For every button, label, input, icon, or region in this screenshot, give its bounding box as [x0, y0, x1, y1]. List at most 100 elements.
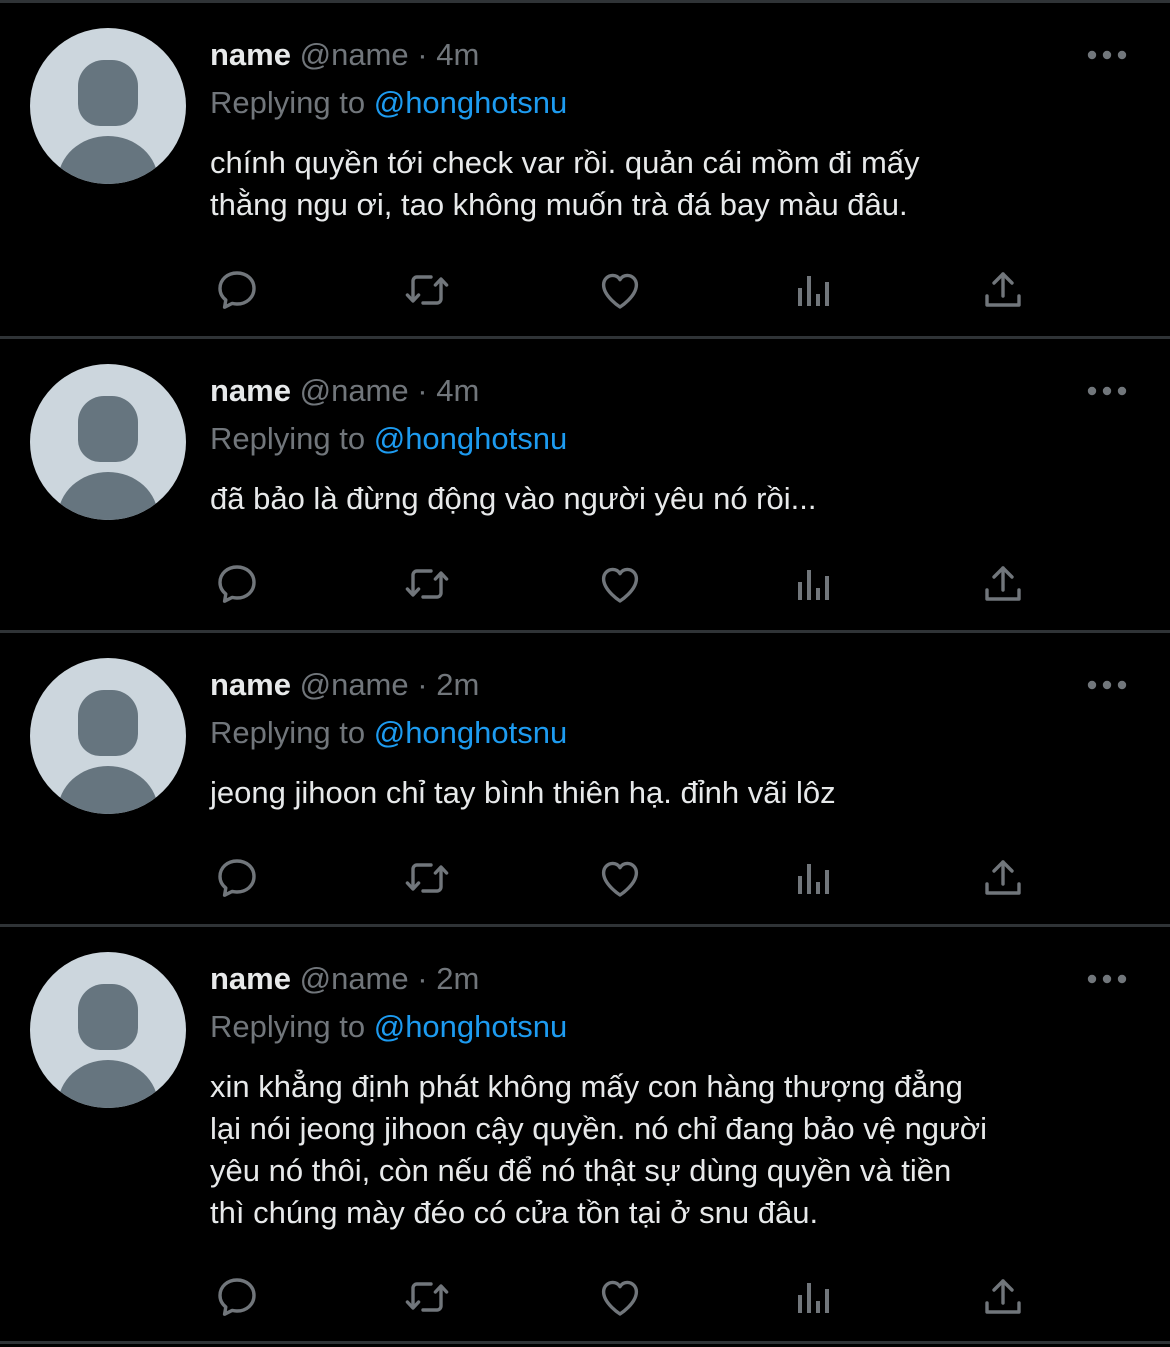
retweet-button[interactable]	[400, 559, 454, 609]
default-avatar-icon	[78, 984, 138, 1050]
avatar[interactable]	[30, 952, 186, 1108]
share-icon	[985, 272, 1021, 307]
analytics-button[interactable]	[786, 559, 840, 609]
display-name[interactable]: name	[210, 961, 291, 996]
default-avatar-body	[58, 766, 158, 814]
analytics-icon	[798, 276, 829, 306]
like-button[interactable]	[593, 1272, 647, 1322]
analytics-icon	[798, 570, 829, 600]
tweet-header: name @name · 4m	[210, 371, 479, 411]
more-dots-icon[interactable]	[1082, 379, 1132, 403]
replying-to: Replying to @honghotsnu	[210, 713, 567, 753]
mention-link[interactable]: @honghotsnu	[374, 85, 568, 120]
mention-link[interactable]: @honghotsnu	[374, 1009, 568, 1044]
tweet-header: name @name · 2m	[210, 959, 479, 999]
avatar[interactable]	[30, 364, 186, 520]
replying-to: Replying to @honghotsnu	[210, 419, 567, 459]
tweet-actions	[210, 265, 1060, 315]
display-name[interactable]: name	[210, 373, 291, 408]
tweet-actions	[210, 1272, 1060, 1322]
separator-dot: ·	[417, 373, 428, 408]
replying-to: Replying to @honghotsnu	[210, 83, 567, 123]
reply-bubble-icon	[218, 271, 256, 309]
tweet[interactable]: name @name · 4m Replying to @honghotsnu …	[0, 339, 1170, 630]
share-button[interactable]	[976, 265, 1030, 315]
replying-to-label: Replying to	[210, 85, 366, 120]
like-button[interactable]	[593, 265, 647, 315]
reply-bubble-icon	[218, 1278, 256, 1316]
reply-bubble-icon	[218, 565, 256, 603]
tweet-text: đã bảo là đừng động vào người yêu nó rồi…	[210, 481, 817, 516]
replying-to-label: Replying to	[210, 715, 366, 750]
bottom-divider	[0, 1341, 1170, 1344]
default-avatar-body	[58, 1060, 158, 1108]
tweet-text: xin khẳng định phát không mấy con hàng t…	[210, 1069, 988, 1230]
more-dots-icon[interactable]	[1082, 673, 1132, 697]
default-avatar-icon	[78, 690, 138, 756]
reply-button[interactable]	[210, 559, 264, 609]
display-name[interactable]: name	[210, 667, 291, 702]
reply-button[interactable]	[210, 1272, 264, 1322]
share-icon	[985, 860, 1021, 895]
more-dots-icon[interactable]	[1082, 43, 1132, 67]
analytics-button[interactable]	[786, 265, 840, 315]
default-avatar-body	[58, 136, 158, 184]
replying-to-label: Replying to	[210, 1009, 366, 1044]
analytics-button[interactable]	[786, 1272, 840, 1322]
retweet-icon	[405, 863, 449, 893]
tweet-header: name @name · 4m	[210, 35, 479, 75]
retweet-button[interactable]	[400, 853, 454, 903]
retweet-icon	[405, 1282, 449, 1312]
tweet[interactable]: name @name · 4m Replying to @honghotsnu …	[0, 3, 1170, 336]
user-handle[interactable]: @name	[300, 373, 409, 408]
share-button[interactable]	[976, 853, 1030, 903]
retweet-icon	[405, 275, 449, 305]
retweet-icon	[405, 569, 449, 599]
analytics-button[interactable]	[786, 853, 840, 903]
timestamp[interactable]: 4m	[436, 373, 479, 408]
user-handle[interactable]: @name	[300, 961, 409, 996]
retweet-button[interactable]	[400, 265, 454, 315]
retweet-button[interactable]	[400, 1272, 454, 1322]
like-button[interactable]	[593, 559, 647, 609]
mention-link[interactable]: @honghotsnu	[374, 421, 568, 456]
reply-button[interactable]	[210, 853, 264, 903]
user-handle[interactable]: @name	[300, 37, 409, 72]
tweet-text: jeong jihoon chỉ tay bình thiên hạ. đỉnh…	[210, 775, 836, 810]
replying-to: Replying to @honghotsnu	[210, 1007, 567, 1047]
default-avatar-body	[58, 472, 158, 520]
more-dots-icon[interactable]	[1082, 967, 1132, 991]
reply-button[interactable]	[210, 265, 264, 315]
mention-link[interactable]: @honghotsnu	[374, 715, 568, 750]
timestamp[interactable]: 2m	[436, 961, 479, 996]
tweet-actions	[210, 853, 1060, 903]
tweet-actions	[210, 559, 1060, 609]
separator-dot: ·	[417, 37, 428, 72]
share-button[interactable]	[976, 559, 1030, 609]
tweet-header: name @name · 2m	[210, 665, 479, 705]
analytics-icon	[798, 864, 829, 894]
avatar[interactable]	[30, 28, 186, 184]
tweet[interactable]: name @name · 2m Replying to @honghotsnu …	[0, 633, 1170, 924]
share-button[interactable]	[976, 1272, 1030, 1322]
like-button[interactable]	[593, 853, 647, 903]
share-icon	[985, 566, 1021, 601]
heart-icon	[601, 861, 639, 897]
display-name[interactable]: name	[210, 37, 291, 72]
reply-bubble-icon	[218, 859, 256, 897]
separator-dot: ·	[417, 961, 428, 996]
avatar[interactable]	[30, 658, 186, 814]
heart-icon	[601, 567, 639, 603]
share-icon	[985, 1279, 1021, 1314]
tweet-text: chính quyền tới check var rồi. quản cái …	[210, 145, 920, 222]
user-handle[interactable]: @name	[300, 667, 409, 702]
tweet-feed: name @name · 4m Replying to @honghotsnu …	[0, 0, 1170, 1347]
replying-to-label: Replying to	[210, 421, 366, 456]
heart-icon	[601, 273, 639, 309]
timestamp[interactable]: 2m	[436, 667, 479, 702]
default-avatar-icon	[78, 60, 138, 126]
default-avatar-icon	[78, 396, 138, 462]
timestamp[interactable]: 4m	[436, 37, 479, 72]
tweet[interactable]: name @name · 2m Replying to @honghotsnu …	[0, 927, 1170, 1341]
separator-dot: ·	[417, 667, 428, 702]
